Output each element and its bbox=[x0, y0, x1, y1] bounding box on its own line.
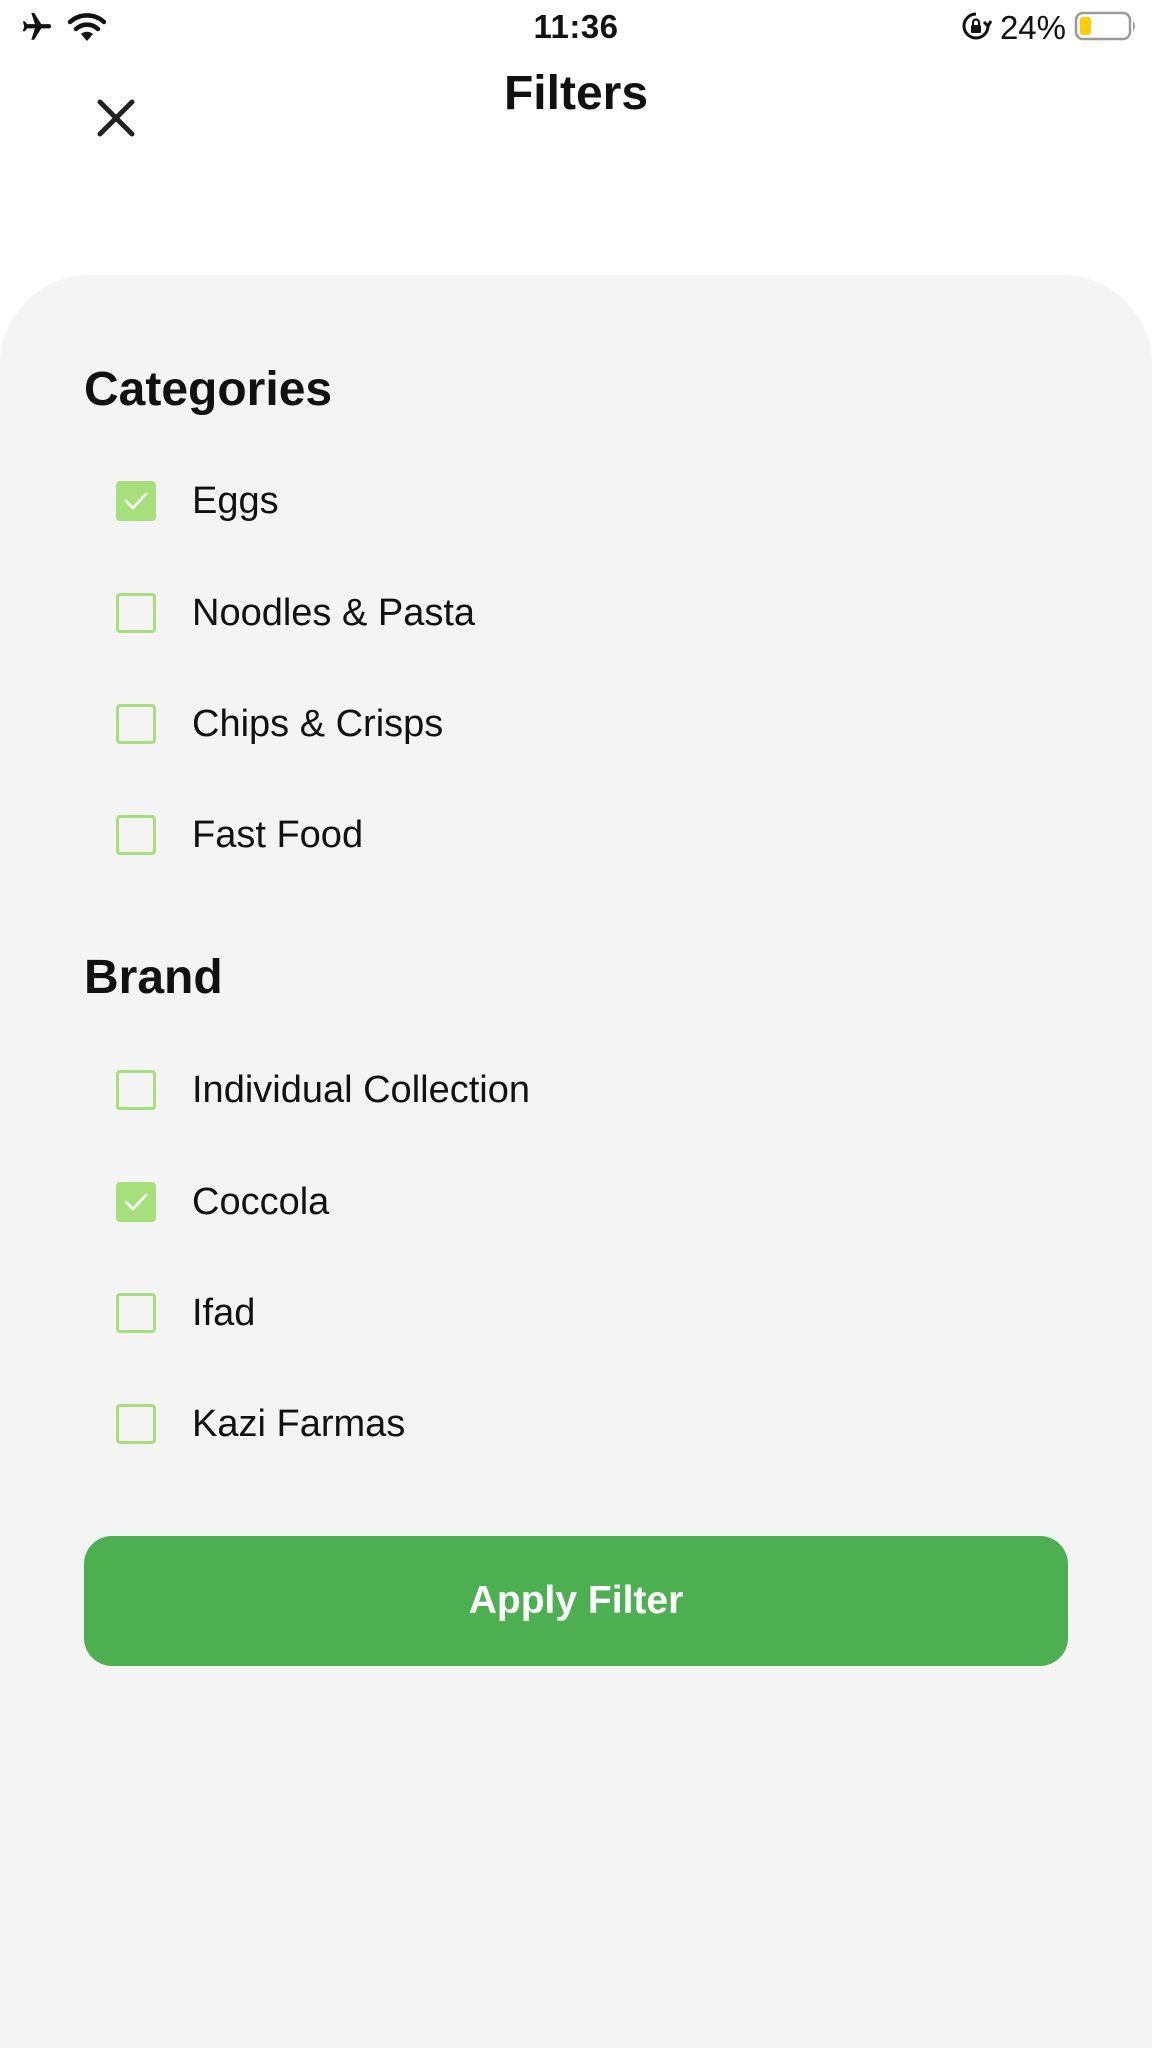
option-label: Fast Food bbox=[192, 813, 364, 856]
checkmark-icon bbox=[124, 1193, 148, 1211]
checkbox[interactable] bbox=[116, 1182, 156, 1222]
page-title: Filters bbox=[503, 67, 649, 120]
apply-filter-button[interactable]: Apply Filter bbox=[84, 1536, 1068, 1666]
option-label: Kazi Farmas bbox=[192, 1402, 406, 1445]
categories-heading: Categories bbox=[84, 363, 333, 416]
checkbox[interactable] bbox=[116, 815, 156, 855]
checkbox[interactable] bbox=[116, 1293, 156, 1333]
category-option-eggs[interactable]: Eggs bbox=[116, 473, 279, 529]
checkbox[interactable] bbox=[116, 1070, 156, 1110]
checkbox[interactable] bbox=[116, 593, 156, 633]
brand-option-kazi-farmas[interactable]: Kazi Farmas bbox=[116, 1396, 405, 1452]
orientation-lock-icon bbox=[960, 10, 993, 47]
brand-option-ifad[interactable]: Ifad bbox=[116, 1285, 255, 1341]
filter-sheet bbox=[0, 275, 1152, 2048]
option-label: Ifad bbox=[192, 1291, 256, 1334]
option-label: Eggs bbox=[192, 479, 279, 522]
category-option-chips-crisps[interactable]: Chips & Crisps bbox=[116, 696, 443, 752]
checkbox[interactable] bbox=[116, 704, 156, 744]
status-right-icons: 24% bbox=[960, 9, 1138, 47]
option-label: Coccola bbox=[192, 1180, 330, 1223]
option-label: Noodles & Pasta bbox=[192, 591, 476, 634]
brand-option-coccola[interactable]: Coccola bbox=[116, 1174, 329, 1230]
category-option-noodles-pasta[interactable]: Noodles & Pasta bbox=[116, 585, 475, 641]
checkbox[interactable] bbox=[116, 1404, 156, 1444]
battery-icon bbox=[1074, 10, 1138, 47]
battery-percentage: 24% bbox=[999, 9, 1066, 46]
option-label: Chips & Crisps bbox=[192, 702, 444, 745]
checkbox[interactable] bbox=[116, 481, 156, 521]
brand-heading: Brand bbox=[84, 951, 223, 1004]
category-option-fast-food[interactable]: Fast Food bbox=[116, 807, 363, 863]
checkmark-icon bbox=[124, 492, 148, 510]
brand-option-individual-collection[interactable]: Individual Collection bbox=[116, 1062, 530, 1118]
status-bar: 11:36 24% bbox=[0, 0, 1152, 58]
option-label: Individual Collection bbox=[192, 1068, 530, 1111]
